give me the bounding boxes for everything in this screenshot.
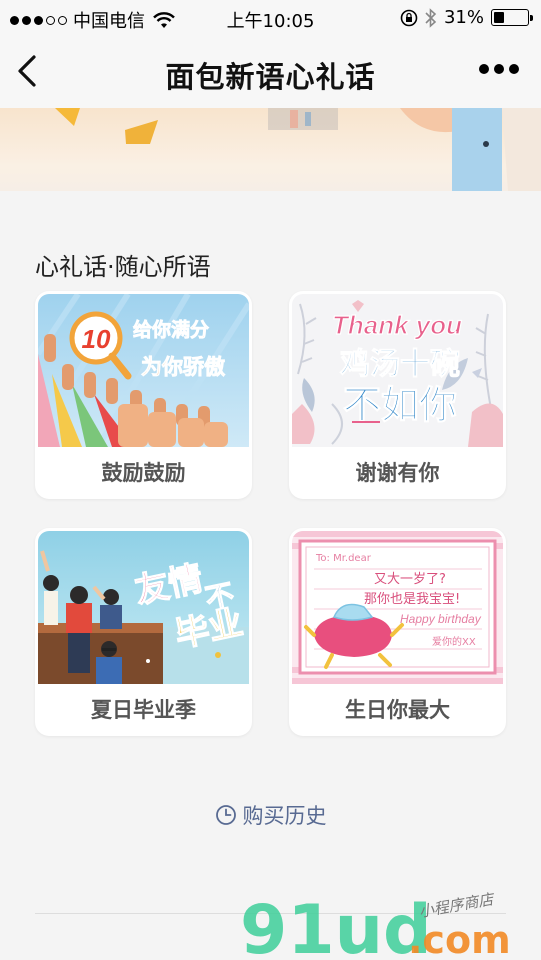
svg-text:那你也是我宝宝!: 那你也是我宝宝! xyxy=(364,592,460,607)
bluetooth-icon xyxy=(425,7,437,28)
status-right: 31% xyxy=(400,7,533,28)
card-image: 友情 不 毕业 xyxy=(38,531,249,684)
svg-text:Happy birthday: Happy birthday xyxy=(400,612,482,626)
card-image: 10 给你满分 为你骄傲 xyxy=(38,294,249,447)
svg-text:91ud: 91ud xyxy=(240,891,432,960)
card-label: 谢谢有你 xyxy=(355,461,440,485)
svg-text:不如你: 不如你 xyxy=(343,383,457,427)
battery-fill xyxy=(494,12,504,23)
purchase-history-label: 购买历史 xyxy=(242,804,327,828)
svg-text:爱你的XX: 爱你的XX xyxy=(432,635,476,648)
svg-text:.com: .com xyxy=(408,918,511,960)
banner-image[interactable] xyxy=(0,108,541,191)
svg-text:鸡汤十碗: 鸡汤十碗 xyxy=(340,347,460,382)
orientation-lock-icon xyxy=(400,9,418,26)
battery-percent: 31% xyxy=(443,7,484,28)
card-label: 夏日毕业季 xyxy=(91,698,196,722)
card-thanks[interactable]: Thank you 鸡汤十碗 不如你 谢谢有你 xyxy=(289,291,506,499)
watermark-logo: 91ud .com 小程序商店 xyxy=(240,885,540,960)
status-bar: 中国电信 上午10:05 31% xyxy=(0,0,541,36)
card-image: Thank you 鸡汤十碗 不如你 xyxy=(292,294,503,447)
svg-text:又大一岁了?: 又大一岁了? xyxy=(374,572,446,587)
page-title: 面包新语心礼话 xyxy=(165,60,376,94)
battery-icon xyxy=(491,9,533,26)
card-birthday[interactable]: To: Mr.dear 又大一岁了? 那你也是我宝宝! Happy birthd… xyxy=(289,528,506,736)
card-label: 生日你最大 xyxy=(345,698,450,722)
clock-icon xyxy=(215,805,236,825)
purchase-history-link[interactable]: 购买历史 xyxy=(0,800,541,830)
svg-text:To: Mr.dear: To: Mr.dear xyxy=(315,553,372,564)
nav-bar: 面包新语心礼话 xyxy=(0,36,541,108)
card-label: 鼓励鼓励 xyxy=(101,461,186,485)
svg-text:给你满分: 给你满分 xyxy=(133,318,209,341)
section-title: 心礼话·随心所语 xyxy=(35,253,211,281)
svg-text:10: 10 xyxy=(82,324,111,354)
svg-text:为你骄傲: 为你骄傲 xyxy=(141,355,226,379)
card-graduation[interactable]: 友情 不 毕业 夏日毕业季 xyxy=(35,528,252,736)
banner-illustration xyxy=(55,108,541,191)
svg-text:Thank you: Thank you xyxy=(332,310,462,340)
card-encourage[interactable]: 10 给你满分 为你骄傲 鼓励鼓励 xyxy=(35,291,252,499)
card-image: To: Mr.dear 又大一岁了? 那你也是我宝宝! Happy birthd… xyxy=(292,531,503,684)
more-dots-icon xyxy=(479,64,489,74)
more-button[interactable] xyxy=(479,64,519,74)
